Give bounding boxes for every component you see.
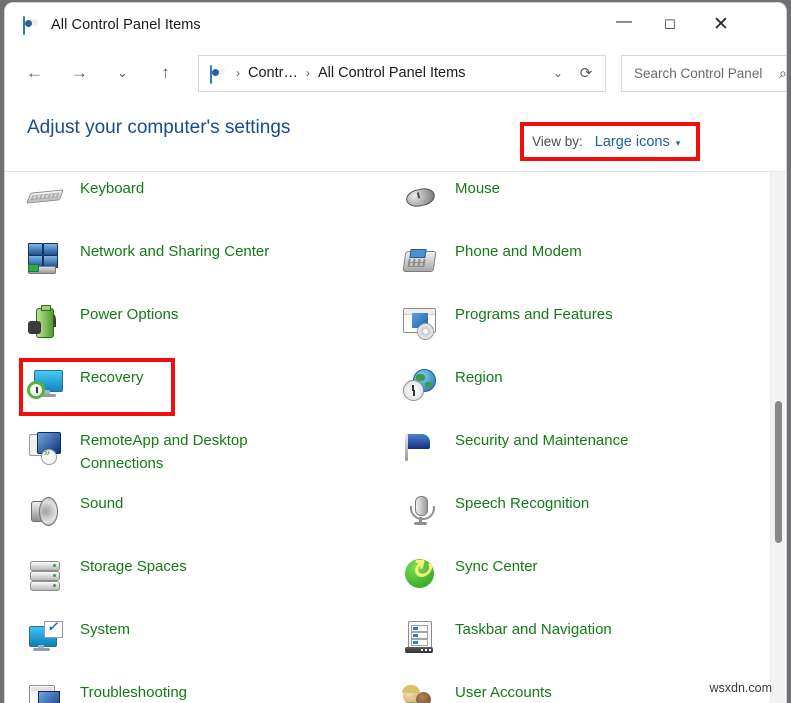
control-panel-item-user-accounts[interactable]: User Accounts xyxy=(380,672,755,703)
control-panel-item-keyboard[interactable]: Keyboard xyxy=(5,171,380,231)
power-options-icon xyxy=(27,304,63,340)
sound-icon xyxy=(27,493,63,529)
navigation-toolbar: ← → ⌄ ↑ › Contr… › All Control Panel Ite… xyxy=(5,46,786,100)
speech-recognition-icon xyxy=(402,493,438,529)
control-panel-item-sound[interactable]: Sound xyxy=(5,483,380,546)
control-panel-item-network-and-sharing-center[interactable]: Network and Sharing Center xyxy=(5,231,380,294)
taskbar-navigation-icon xyxy=(402,619,438,655)
mouse-icon xyxy=(402,178,438,214)
programs-features-icon xyxy=(402,304,438,340)
control-panel-item-remoteapp-and-desktop-connections[interactable]: RemoteApp and Desktop Connections xyxy=(5,420,380,483)
breadcrumb-item-all-control-panel-items[interactable]: All Control Panel Items xyxy=(318,65,465,81)
control-panel-item-label: RemoteApp and Desktop Connections xyxy=(80,429,275,476)
control-panel-item-label: Programs and Features xyxy=(455,303,613,326)
page-title: Adjust your computer's settings xyxy=(27,117,290,139)
storage-spaces-icon xyxy=(27,556,63,592)
control-panel-item-label: Recovery xyxy=(80,366,143,389)
breadcrumb[interactable]: › Contr… › All Control Panel Items ⌄ ⟳ xyxy=(198,55,606,92)
control-panel-item-recovery[interactable]: Recovery xyxy=(5,357,380,420)
control-panel-item-label: Storage Spaces xyxy=(80,555,187,578)
watermark: wsxdn.com xyxy=(709,681,772,695)
control-panel-item-label: Power Options xyxy=(80,303,178,326)
control-panel-item-phone-and-modem[interactable]: Phone and Modem xyxy=(380,231,755,294)
user-accounts-icon xyxy=(402,682,438,703)
remoteapp-desktop-connections-icon xyxy=(27,430,63,466)
close-icon: ✕ xyxy=(713,15,729,34)
chevron-down-icon: ⌄ xyxy=(117,65,128,81)
view-by-value[interactable]: Large icons xyxy=(595,134,670,150)
control-panel-item-label: Troubleshooting xyxy=(80,681,187,703)
control-panel-item-sync-center[interactable]: Sync Center xyxy=(380,546,755,609)
arrow-up-icon: ↑ xyxy=(161,63,170,83)
region-icon xyxy=(402,367,438,403)
title-bar: All Control Panel Items — ☐ ✕ xyxy=(5,3,786,46)
control-panel-item-speech-recognition[interactable]: Speech Recognition xyxy=(380,483,755,546)
maximize-icon: ☐ xyxy=(664,18,676,31)
control-panel-item-security-and-maintenance[interactable]: Security and Maintenance xyxy=(380,420,755,483)
search-box[interactable]: ⌕ xyxy=(621,55,787,92)
control-panel-item-taskbar-and-navigation[interactable]: Taskbar and Navigation xyxy=(380,609,755,672)
troubleshooting-icon xyxy=(27,682,63,703)
recent-locations-button[interactable]: ⌄ xyxy=(106,57,139,90)
view-by-control[interactable]: View by: Large icons ▾ xyxy=(532,134,680,150)
security-maintenance-icon xyxy=(402,430,438,466)
search-input[interactable] xyxy=(632,65,779,82)
control-panel-item-label: User Accounts xyxy=(455,681,552,703)
control-panel-item-region[interactable]: Region xyxy=(380,357,755,420)
chevron-down-icon[interactable]: ▾ xyxy=(676,138,681,149)
control-panel-item-troubleshooting[interactable]: Troubleshooting xyxy=(5,672,380,703)
view-by-label: View by: xyxy=(532,134,583,149)
refresh-button[interactable]: ⟳ xyxy=(567,64,605,82)
control-panel-item-system[interactable]: System xyxy=(5,609,380,672)
sync-center-icon xyxy=(402,556,438,592)
control-panel-icon xyxy=(23,17,41,32)
control-panel-items-area: Keyboard Mouse Network and Sharing Cente… xyxy=(5,171,787,703)
control-panel-item-label: Sound xyxy=(80,492,123,515)
control-panel-item-label: Mouse xyxy=(455,177,500,200)
maximize-button[interactable]: ☐ xyxy=(647,3,693,46)
arrow-right-icon: → xyxy=(71,63,88,83)
control-panel-item-label: System xyxy=(80,618,130,641)
control-panel-item-label: Keyboard xyxy=(80,177,144,200)
phone-modem-icon xyxy=(402,241,438,277)
scrollbar-thumb[interactable] xyxy=(775,401,782,543)
control-panel-item-label: Phone and Modem xyxy=(455,240,582,263)
control-panel-item-label: Network and Sharing Center xyxy=(80,240,269,263)
vertical-scrollbar[interactable] xyxy=(770,172,785,703)
forward-button[interactable]: → xyxy=(63,57,96,90)
window-title: All Control Panel Items xyxy=(51,17,201,33)
control-panel-items-grid: Keyboard Mouse Network and Sharing Cente… xyxy=(5,171,755,703)
breadcrumb-item-control-panel[interactable]: Contr… xyxy=(248,65,298,81)
control-panel-item-label: Region xyxy=(455,366,503,389)
arrow-left-icon: ← xyxy=(26,63,43,83)
recovery-icon xyxy=(27,367,63,403)
control-panel-icon xyxy=(210,66,228,81)
control-panel-window: All Control Panel Items — ☐ ✕ ← → ⌄ ↑ › xyxy=(4,2,787,703)
system-icon xyxy=(27,619,63,655)
control-panel-item-programs-and-features[interactable]: Programs and Features xyxy=(380,294,755,357)
up-button[interactable]: ↑ xyxy=(149,57,182,90)
control-panel-item-label: Speech Recognition xyxy=(455,492,589,515)
keyboard-icon xyxy=(27,178,63,214)
minimize-icon: — xyxy=(616,14,632,30)
control-panel-item-power-options[interactable]: Power Options xyxy=(5,294,380,357)
close-button[interactable]: ✕ xyxy=(698,3,744,46)
control-panel-item-label: Security and Maintenance xyxy=(455,429,628,452)
control-panel-item-storage-spaces[interactable]: Storage Spaces xyxy=(5,546,380,609)
back-button[interactable]: ← xyxy=(18,57,51,90)
breadcrumb-separator: › xyxy=(236,66,240,80)
network-sharing-center-icon xyxy=(27,241,63,277)
search-icon[interactable]: ⌕ xyxy=(779,65,787,82)
control-panel-item-label: Taskbar and Navigation xyxy=(455,618,612,641)
minimize-button[interactable]: — xyxy=(601,3,647,46)
breadcrumb-separator: › xyxy=(306,66,310,80)
breadcrumb-dropdown-button[interactable]: ⌄ xyxy=(553,66,567,80)
control-panel-item-label: Sync Center xyxy=(455,555,538,578)
control-panel-item-mouse[interactable]: Mouse xyxy=(380,171,755,231)
